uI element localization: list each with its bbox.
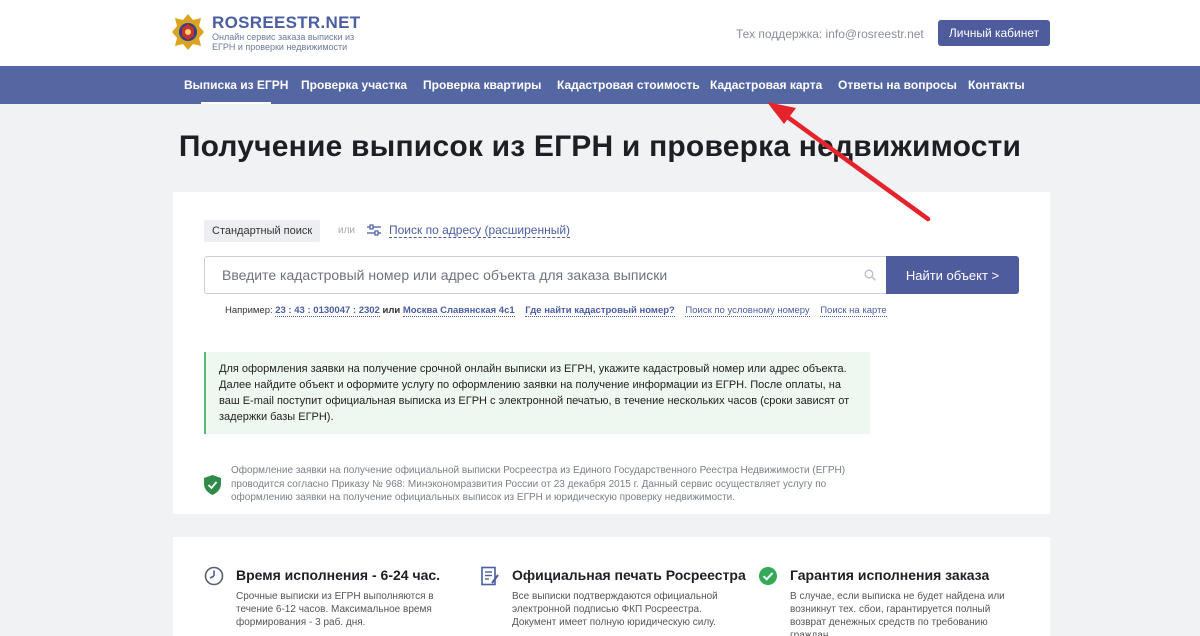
check-circle-icon [759,567,777,585]
nav-item-apartment-check[interactable]: Проверка квартиры [423,66,541,104]
feature-title: Гарантия исполнения заказа [790,567,990,583]
nav-item-plot-check[interactable]: Проверка участка [301,66,407,104]
map-search-link[interactable]: Поиск на карте [820,305,887,317]
main-nav: Выписка из ЕГРН Проверка участка Проверк… [0,66,1200,104]
page-title: Получение выписок из ЕГРН и проверка нед… [178,130,1022,163]
or-separator: или [338,225,356,236]
nav-item-egrn-extract[interactable]: Выписка из ЕГРН [184,66,288,104]
personal-account-button[interactable]: Личный кабинет [938,20,1050,46]
where-cadastral-number-link[interactable]: Где найти кадастровый номер? [525,305,675,317]
info-notice: Для оформления заявки на получение срочн… [204,352,870,434]
search-examples: Например: 23 : 43 : 0130047 : 2302 или М… [225,305,887,317]
document-stamp-icon [481,566,499,586]
clock-icon [204,566,224,586]
emblem-icon [172,14,204,50]
tab-advanced-address-search[interactable]: Поиск по адресу (расширенный) [389,224,571,238]
feature-title: Время исполнения - 6-24 час. [236,567,441,583]
search-field [204,256,886,294]
feature-text: Срочные выписки из ЕГРН выполняются в те… [236,591,434,628]
site-header: ROSREESTR.NET Онлайн сервис заказа выпис… [0,0,1200,66]
nav-item-cadastral-map[interactable]: Кадастровая карта [710,66,822,104]
support-email[interactable]: Тех поддержка: info@rosreestr.net [736,27,924,41]
example-prefix: Например: [225,305,273,316]
nav-item-contacts[interactable]: Контакты [968,66,1025,104]
logo-name: ROSREESTR.NET [212,13,361,32]
features-section: Время исполнения - 6-24 час. Срочные вып… [173,537,1050,636]
feature-title: Официальная печать Росреестра [512,567,746,583]
legal-notice: Оформление заявки на получение официальн… [231,465,846,503]
conditional-number-search-link[interactable]: Поиск по условному номеру [685,305,810,317]
feature-text: В случае, если выписка не будет найдена … [790,591,1005,636]
search-card: Стандартный поиск или Поиск по адресу (р… [173,192,1050,514]
tab-standard-search[interactable]: Стандартный поиск [204,220,321,242]
feature-text: Все выписки подтверждаются официальной э… [512,591,718,628]
logo[interactable]: ROSREESTR.NET Онлайн сервис заказа выпис… [171,12,362,52]
nav-item-cadastral-value[interactable]: Кадастровая стоимость [557,66,700,104]
example-address-link[interactable]: Москва Славянская 4с1 [402,305,515,317]
example-or: или [382,305,401,316]
search-icon [864,269,876,281]
nav-item-faq[interactable]: Ответы на вопросы [838,66,957,104]
shield-check-icon [204,475,221,495]
search-input[interactable] [205,257,845,293]
filter-sliders-icon [367,224,381,236]
find-object-button[interactable]: Найти объект > [886,256,1019,294]
example-cadastral-link[interactable]: 23 : 43 : 0130047 : 2302 [275,305,380,317]
logo-tagline: Онлайн сервис заказа выписки из ЕГРН и п… [212,32,355,52]
